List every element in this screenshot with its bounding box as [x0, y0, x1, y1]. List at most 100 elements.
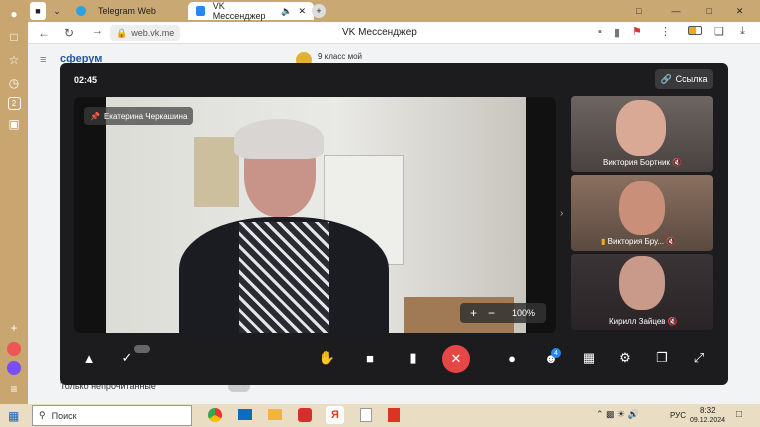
mic-off-icon: 🔇: [667, 317, 678, 326]
link-icon: 🔗: [660, 73, 672, 84]
zoom-in-button[interactable]: +: [470, 306, 477, 320]
bookmark-icon[interactable]: ⚑: [632, 25, 642, 38]
menu-icon[interactable]: ≡: [5, 380, 23, 398]
badge-icon[interactable]: 2: [7, 97, 21, 110]
downloads-icon[interactable]: ⤓: [740, 25, 745, 38]
menu-icon[interactable]: ≡: [40, 54, 46, 66]
zoom-level: 100%: [512, 308, 536, 318]
participant-tile[interactable]: Виктория Бортник 🔇: [571, 96, 713, 172]
forward-icon[interactable]: →: [92, 25, 103, 37]
face: [619, 181, 665, 235]
chevron-right-icon[interactable]: ›: [560, 208, 563, 219]
clock-time: 8:32: [700, 406, 716, 415]
end-call-button[interactable]: ✕: [442, 345, 470, 373]
new-tab-button[interactable]: +: [312, 4, 326, 18]
scarf: [239, 222, 329, 333]
camera-icon[interactable]: ▪: [598, 26, 602, 38]
pdf-icon[interactable]: [388, 408, 400, 422]
gear-icon: ⚙: [619, 350, 631, 365]
speaker-icon[interactable]: 🔈: [281, 6, 292, 17]
refresh-icon[interactable]: ↻: [64, 26, 74, 40]
search-icon: ⚲: [39, 410, 46, 420]
url-text: web.vk.me: [131, 28, 175, 38]
raise-hand-button[interactable]: ✋: [316, 347, 338, 369]
grid-button[interactable]: ▦: [578, 347, 600, 369]
search-input[interactable]: ⚲ Поиск: [32, 405, 192, 426]
chat-button[interactable]: ●: [501, 347, 523, 369]
link-button[interactable]: 🔗 Ссылка: [655, 69, 713, 89]
mic-off-icon: 🔇: [672, 158, 683, 167]
taskbar: ▦ ⚲ Поиск Я ⌃ ▩ ☀ 🔊 РУС 8:32 09.12.2024 …: [0, 404, 760, 427]
participant-name: ▮ Виктория Бру... 🔇: [601, 237, 677, 246]
zoom-out-button[interactable]: −: [488, 306, 495, 320]
clock-date: 09.12.2024: [690, 417, 726, 424]
fullscreen-button[interactable]: ⤢: [688, 347, 710, 369]
effects-badge: [134, 345, 150, 353]
collections-icon[interactable]: □: [5, 28, 23, 46]
app-icon[interactable]: [7, 342, 21, 356]
pinned-label: 📌 Екатерина Черкашина: [84, 107, 194, 125]
call-timer: 02:45: [74, 75, 98, 85]
camera-button[interactable]: ■: [359, 347, 381, 369]
add-icon[interactable]: +: [5, 319, 23, 337]
main-video[interactable]: 📌 Екатерина Черкашина + − 100%: [74, 97, 556, 333]
url-field[interactable]: 🔒 web.vk.me: [110, 25, 181, 41]
chat-title: 9 класс мой: [318, 52, 363, 61]
yandex-tab-icon[interactable]: ■: [30, 2, 46, 20]
mic-icon: ▮: [409, 350, 417, 365]
yandex-browser-icon[interactable]: Я: [326, 406, 344, 424]
pinned-name: Екатерина Черкашина: [103, 111, 188, 121]
close-icon[interactable]: ✕: [298, 6, 306, 17]
tab-vk[interactable]: VK Мессенджер 🔈 ✕: [188, 1, 314, 21]
screenshot-icon[interactable]: ▣: [5, 115, 23, 133]
history-icon[interactable]: ◷: [5, 74, 23, 92]
chevron-down-icon[interactable]: ⌄: [50, 2, 64, 20]
hand-icon: ✋: [318, 350, 336, 365]
camera-icon: ■: [366, 350, 374, 366]
pin-icon: 📌: [90, 111, 100, 121]
language-indicator[interactable]: РУС: [670, 411, 686, 420]
participant-tile[interactable]: Кирилл Зайцев 🔇: [571, 254, 713, 330]
link-button-label: Ссылка: [675, 74, 708, 84]
face: [619, 256, 665, 310]
mic-icon[interactable]: ▮: [614, 26, 620, 39]
shelf: [194, 137, 239, 207]
settings-button[interactable]: ⚙: [614, 347, 636, 369]
chrome-icon[interactable]: [208, 408, 222, 422]
share-screen-button[interactable]: ▲: [78, 347, 100, 369]
maximize-icon[interactable]: □: [706, 6, 711, 16]
fullscreen-icon: ⤢: [693, 350, 705, 365]
minimize-icon[interactable]: —: [671, 6, 680, 16]
microphone-button[interactable]: ▮: [402, 347, 424, 369]
yandex-music-icon[interactable]: [298, 408, 312, 422]
vk-tab-icon: [196, 6, 205, 16]
pip-icon: ❐: [656, 350, 668, 365]
pip-button[interactable]: ❐: [651, 347, 673, 369]
participant-tile[interactable]: ▮ Виктория Бру... 🔇: [571, 175, 713, 251]
back-icon[interactable]: ←: [38, 26, 50, 40]
tab-telegram[interactable]: Telegram Web: [76, 2, 156, 20]
address-bar: ← ↻ → 🔒 web.vk.me VK Мессенджер ▪ ▮ ⚑ ⋮ …: [28, 22, 760, 44]
more-icon[interactable]: ⋮: [660, 25, 671, 38]
folder-icon[interactable]: [268, 409, 282, 420]
participants-count-badge: 4: [551, 348, 561, 358]
windows-icon[interactable]: ▦: [8, 409, 19, 423]
document-icon[interactable]: [360, 408, 372, 422]
bookmarks-icon[interactable]: ☆: [5, 51, 23, 69]
browser-sidebar: ● □ ☆ ◷ 2 ▣ + ≡: [0, 0, 28, 404]
alice-icon[interactable]: [7, 361, 21, 375]
extensions-icon[interactable]: ❏: [714, 25, 724, 38]
mail-icon[interactable]: [238, 409, 252, 420]
hair: [234, 119, 324, 159]
tray-icons[interactable]: ⌃ ▩ ☀ 🔊: [596, 409, 639, 420]
notifications-icon[interactable]: □: [736, 409, 742, 420]
page-title: VK Мессенджер: [342, 27, 417, 38]
search-placeholder: Поиск: [51, 410, 77, 421]
tab-bar: ■ ⌄ Telegram Web VK Мессенджер 🔈 ✕ + □ —…: [28, 0, 760, 22]
close-icon: ✕: [450, 351, 462, 366]
tab-label: Telegram Web: [98, 6, 156, 16]
chat-icon: ●: [508, 350, 516, 366]
tab-group-icon[interactable]: □: [636, 6, 641, 16]
profile-icon[interactable]: ●: [5, 5, 23, 23]
close-window-icon[interactable]: ✕: [736, 6, 744, 17]
